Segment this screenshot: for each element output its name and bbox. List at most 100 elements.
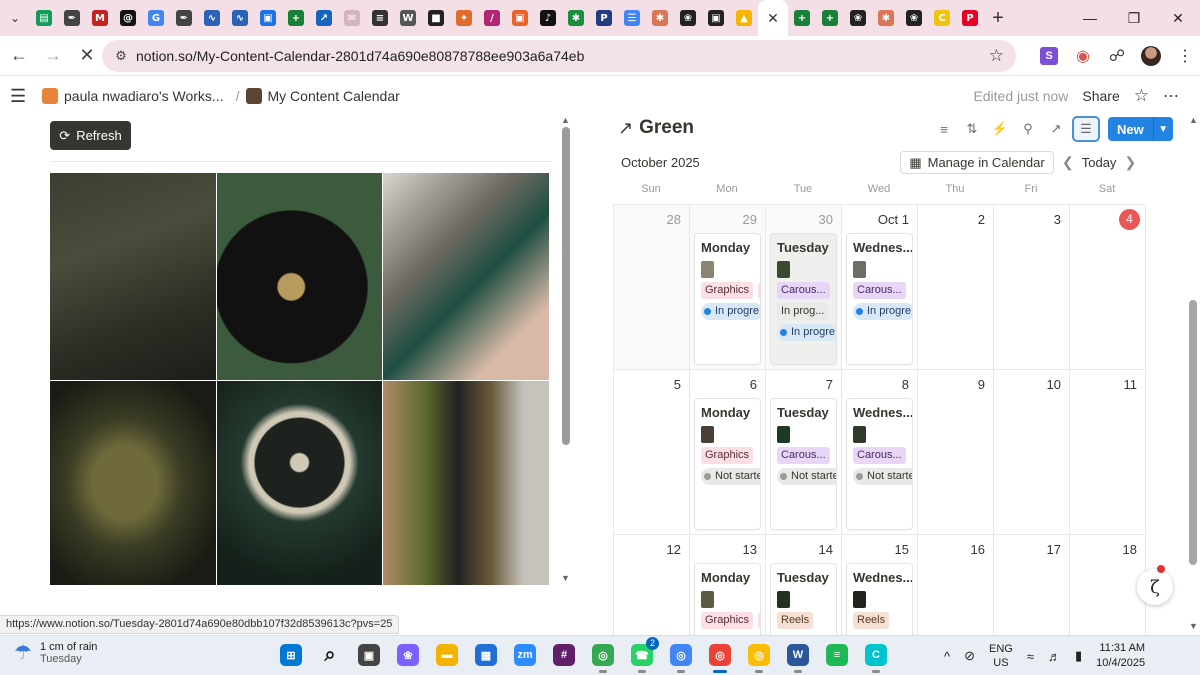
calendar-day-cell[interactable]: 11 bbox=[1070, 370, 1146, 535]
bookmark-star-icon[interactable]: ☆ bbox=[989, 46, 1004, 66]
sort-icon[interactable]: ⇅ bbox=[960, 117, 984, 141]
taskbar-windows-start[interactable]: ⊞ bbox=[276, 640, 306, 670]
restore-icon[interactable]: ❐ bbox=[1112, 0, 1156, 36]
open-arrow-icon[interactable]: ↗ bbox=[618, 118, 633, 139]
scroll-down-arrow[interactable]: ▼ bbox=[561, 573, 570, 583]
taskbar-copilot[interactable]: ❀ bbox=[393, 640, 423, 670]
tab-sheets-icon[interactable]: ▤ bbox=[30, 0, 58, 36]
taskbar-chrome-profile[interactable]: ◎ bbox=[705, 640, 735, 673]
stop-loading-icon[interactable]: ✕ bbox=[72, 41, 102, 71]
taskbar-chrome[interactable]: ◎ bbox=[744, 640, 774, 673]
favorite-star-icon[interactable]: ☆ bbox=[1134, 86, 1149, 106]
more-options-icon[interactable]: ⋯ bbox=[1163, 86, 1180, 106]
automation-icon[interactable]: ⚡ bbox=[988, 117, 1012, 141]
scroll-down-arrow[interactable]: ▼ bbox=[1189, 621, 1198, 631]
network-off-icon[interactable]: ⊘ bbox=[964, 648, 975, 664]
calendar-day-cell[interactable]: 28 bbox=[614, 205, 690, 370]
calendar-day-cell[interactable]: 2 bbox=[918, 205, 994, 370]
tab-claude-icon[interactable]: ✱ bbox=[872, 0, 900, 36]
tab-mail-icon[interactable]: ✉ bbox=[338, 0, 366, 36]
new-button[interactable]: New ▼ bbox=[1108, 117, 1173, 141]
tab-green-star-icon[interactable]: ✱ bbox=[562, 0, 590, 36]
taskbar-slack[interactable]: # bbox=[549, 640, 579, 670]
calendar-day-cell[interactable]: 7 Tuesday Carous... Not starte bbox=[766, 370, 842, 535]
tab-plus-doc-icon[interactable]: + bbox=[816, 0, 844, 36]
taskbar-task-view[interactable]: ▣ bbox=[354, 640, 384, 670]
calendar-day-cell[interactable]: 8 Wednes... Carous... Not starte bbox=[842, 370, 918, 535]
expand-icon[interactable]: ↗ bbox=[1044, 117, 1068, 141]
tab-pen-icon[interactable]: ✒ bbox=[170, 0, 198, 36]
tab-chatgpt-icon[interactable]: ❀ bbox=[900, 0, 928, 36]
site-info-icon[interactable]: ⚙ bbox=[106, 48, 136, 64]
tab-drive-icon[interactable]: ▲ bbox=[730, 0, 758, 36]
new-tab-button[interactable]: + bbox=[984, 7, 1012, 30]
tab-forms-icon[interactable]: ▣ bbox=[254, 0, 282, 36]
breadcrumb-workspace[interactable]: paula nwadiaro's Works... bbox=[64, 88, 224, 104]
scroll-up-arrow[interactable]: ▲ bbox=[1189, 115, 1198, 125]
taskbar-canva[interactable]: C bbox=[861, 640, 891, 673]
tab-plus-doc-icon[interactable]: + bbox=[282, 0, 310, 36]
language-indicator[interactable]: ENG US bbox=[989, 642, 1013, 670]
tab-threads-icon[interactable]: @ bbox=[114, 0, 142, 36]
search-icon[interactable]: ⚲ bbox=[1016, 117, 1040, 141]
scrollbar-thumb[interactable] bbox=[1189, 300, 1197, 565]
forward-icon[interactable]: → bbox=[38, 41, 68, 71]
active-tab[interactable]: ✕ bbox=[758, 0, 788, 36]
calendar-day-cell[interactable]: 29 Monday Graphics In progre bbox=[690, 205, 766, 370]
left-scrollbar[interactable]: ▲ ▼ bbox=[560, 115, 572, 585]
sidebar-menu-icon[interactable]: ☰ bbox=[10, 86, 34, 107]
close-window-icon[interactable]: ✕ bbox=[1156, 0, 1200, 36]
manage-in-calendar-button[interactable]: ▦ Manage in Calendar bbox=[900, 151, 1054, 174]
tab-pinterest-icon[interactable]: P bbox=[956, 0, 984, 36]
close-tab-icon[interactable]: ✕ bbox=[767, 10, 779, 27]
calendar-day-cell[interactable]: 9 bbox=[918, 370, 994, 535]
notion-help-button[interactable]: ζ bbox=[1137, 565, 1173, 605]
tab-search-icon[interactable]: ⌄ bbox=[0, 0, 30, 36]
tab-notion-icon[interactable]: ▣ bbox=[702, 0, 730, 36]
next-month-icon[interactable]: ❯ bbox=[1124, 154, 1136, 171]
clock[interactable]: 11:31 AM 10/4/2025 bbox=[1096, 641, 1145, 671]
calendar-day-cell[interactable]: 30 Tuesday Carous... In prog... In progre bbox=[766, 205, 842, 370]
tab-gmail-icon[interactable]: M bbox=[86, 0, 114, 36]
tab-arrow-doc-icon[interactable]: ↗ bbox=[310, 0, 338, 36]
calendar-day-cell[interactable]: 4 bbox=[1070, 205, 1146, 370]
filter-icon[interactable]: ≡ bbox=[932, 117, 956, 141]
battery-icon[interactable]: ▮ bbox=[1075, 648, 1082, 664]
taskbar-store[interactable]: ▦ bbox=[471, 640, 501, 670]
taskbar-word[interactable]: W bbox=[783, 640, 813, 673]
calendar-day-cell[interactable]: Oct 1 Wednes... Carous... In progre bbox=[842, 205, 918, 370]
scroll-up-arrow[interactable]: ▲ bbox=[561, 115, 570, 125]
calendar-entry-card[interactable]: Monday Graphics In progre bbox=[694, 233, 761, 365]
tab-claude-icon[interactable]: ✱ bbox=[646, 0, 674, 36]
tab-feather-icon[interactable]: / bbox=[478, 0, 506, 36]
volume-icon[interactable]: ♬ bbox=[1048, 649, 1061, 664]
address-bar[interactable]: ⚙ notion.so/My-Content-Calendar-2801d74a… bbox=[102, 40, 1016, 72]
extension-record-icon[interactable]: ◉ bbox=[1068, 40, 1098, 72]
tab-game-icon[interactable]: ✦ bbox=[450, 0, 478, 36]
calendar-entry-card[interactable]: Tuesday Carous... Not starte bbox=[770, 398, 837, 530]
calendar-day-cell[interactable]: 3 bbox=[994, 205, 1070, 370]
today-button[interactable]: Today bbox=[1082, 155, 1117, 170]
previous-month-icon[interactable]: ❮ bbox=[1062, 154, 1074, 171]
tab-imdb-icon[interactable]: ■ bbox=[422, 0, 450, 36]
show-hidden-icons[interactable]: ^ bbox=[944, 649, 950, 664]
profile-avatar[interactable] bbox=[1136, 40, 1166, 72]
extension-s-icon[interactable]: S bbox=[1034, 40, 1064, 72]
minimize-icon[interactable]: — bbox=[1068, 0, 1112, 36]
calendar-day-cell[interactable]: 10 bbox=[994, 370, 1070, 535]
tab-yellow-c-icon[interactable]: C bbox=[928, 0, 956, 36]
taskbar-whatsapp[interactable]: ☎ 2 bbox=[627, 637, 659, 673]
tab-wave-icon[interactable]: ∿ bbox=[198, 0, 226, 36]
breadcrumb-page[interactable]: My Content Calendar bbox=[268, 88, 400, 104]
tab-paypal-icon[interactable]: P bbox=[590, 0, 618, 36]
tab-clapper-icon[interactable]: ≡ bbox=[366, 0, 394, 36]
tab-docs-icon[interactable]: ☰ bbox=[618, 0, 646, 36]
chevron-down-icon[interactable]: ▼ bbox=[1152, 117, 1173, 141]
taskbar-chrome[interactable]: ◎ bbox=[666, 640, 696, 673]
calendar-entry-card[interactable]: Wednes... Carous... In progre bbox=[846, 233, 913, 365]
taskbar-spotify[interactable]: ≡ bbox=[822, 640, 852, 670]
tab-wikipedia-icon[interactable]: W bbox=[394, 0, 422, 36]
right-scrollbar[interactable]: ▲ ▼ bbox=[1186, 115, 1200, 635]
tab-chatgpt-icon[interactable]: ❀ bbox=[844, 0, 872, 36]
taskbar-zoom[interactable]: zm bbox=[510, 640, 540, 670]
